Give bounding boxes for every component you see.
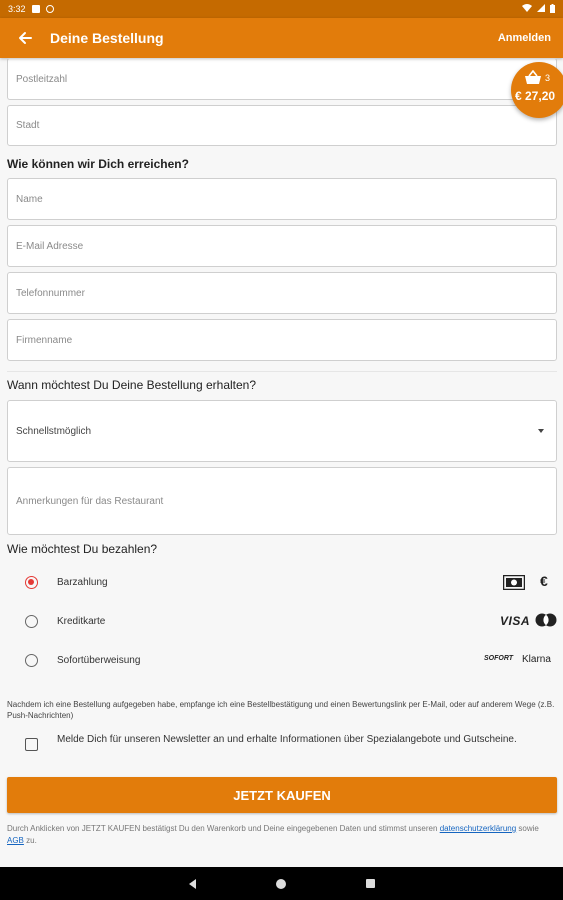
page-title: Deine Bestellung	[50, 30, 164, 46]
notification-icon	[31, 5, 40, 13]
newsletter-checkbox[interactable]	[25, 738, 38, 751]
newsletter-label: Melde Dich für unseren Newsletter an und…	[57, 734, 517, 745]
phone-placeholder: Telefonnummer	[16, 287, 85, 299]
zip-placeholder: Postleitzahl	[16, 73, 68, 85]
delivery-heading: Wann möchtest Du Deine Bestellung erhalt…	[7, 378, 257, 392]
cash-icon	[502, 574, 526, 595]
sync-icon	[45, 5, 54, 13]
delivery-time-select[interactable]: Schnellstmöglich	[7, 400, 557, 462]
notes-placeholder: Anmerkungen für das Restaurant	[16, 495, 164, 507]
battery-icon	[550, 3, 555, 15]
order-info-text: Nachdem ich eine Bestellung aufgegeben h…	[7, 700, 555, 720]
basket-icon	[525, 70, 541, 84]
city-field[interactable]: Stadt	[7, 105, 557, 146]
system-nav-bar	[0, 867, 563, 900]
nav-back-icon[interactable]	[188, 878, 196, 889]
app-bar: Deine Bestellung Anmelden	[0, 18, 563, 58]
legal-prefix: Durch Anklicken von JETZT KAUFEN bestäti…	[7, 824, 438, 833]
arrow-left-icon	[19, 32, 32, 44]
name-placeholder: Name	[16, 193, 43, 205]
login-button[interactable]: Anmelden	[498, 32, 551, 44]
email-field[interactable]: E-Mail Adresse	[7, 225, 557, 267]
back-button[interactable]	[12, 25, 38, 51]
mastercard-logo	[535, 613, 557, 632]
legal-suffix: zu.	[26, 836, 37, 845]
zip-field[interactable]: Postleitzahl	[7, 58, 557, 100]
terms-link[interactable]: AGB	[7, 836, 24, 845]
restaurant-notes-field[interactable]: Anmerkungen für das Restaurant	[7, 467, 557, 535]
company-field[interactable]: Firmenname	[7, 319, 557, 361]
cart-badge[interactable]: 3 € 27,20	[511, 62, 563, 118]
radio-cash[interactable]	[25, 575, 38, 589]
payment-heading: Wie möchtest Du bezahlen?	[7, 542, 158, 556]
visa-logo: VISA	[500, 614, 531, 628]
dropdown-arrow-icon	[538, 429, 544, 433]
payment-label-sofort: Sofortüberweisung	[57, 654, 141, 666]
cart-total: € 27,20	[515, 89, 556, 103]
contact-heading: Wie können wir Dich erreichen?	[7, 157, 189, 171]
radio-card[interactable]	[25, 614, 38, 628]
payment-label-card: Kreditkarte	[57, 615, 106, 627]
signal-icon	[537, 4, 545, 14]
delivery-time-value: Schnellstmöglich	[16, 425, 92, 437]
divider	[7, 371, 557, 372]
name-field[interactable]: Name	[7, 178, 557, 220]
email-placeholder: E-Mail Adresse	[16, 240, 84, 252]
sofort-logo: SOFORT	[484, 655, 514, 662]
klarna-logo: Klarna	[522, 654, 551, 665]
buy-now-button[interactable]: JETZT KAUFEN	[7, 777, 557, 813]
payment-option-cash[interactable]: Barzahlung €	[0, 568, 563, 596]
status-bar: 3:32	[0, 0, 563, 18]
privacy-policy-link[interactable]: datenschutzerklärung	[440, 824, 517, 833]
nav-home-icon[interactable]	[275, 878, 286, 889]
euro-icon: €	[540, 573, 548, 589]
company-placeholder: Firmenname	[16, 334, 73, 346]
payment-label-cash: Barzahlung	[57, 576, 108, 588]
cart-count: 3	[545, 73, 551, 83]
phone-field[interactable]: Telefonnummer	[7, 272, 557, 314]
legal-middle: sowie	[518, 824, 539, 833]
nav-recents-icon[interactable]	[365, 879, 375, 888]
city-placeholder: Stadt	[16, 120, 40, 131]
payment-option-sofort[interactable]: Sofortüberweisung SOFORT Klarna	[0, 646, 563, 674]
status-time: 3:32	[8, 4, 26, 14]
radio-sofort[interactable]	[25, 653, 38, 667]
legal-text: Durch Anklicken von JETZT KAUFEN bestäti…	[7, 823, 555, 847]
payment-option-card[interactable]: Kreditkarte VISA	[0, 607, 563, 635]
wifi-icon	[522, 4, 532, 14]
